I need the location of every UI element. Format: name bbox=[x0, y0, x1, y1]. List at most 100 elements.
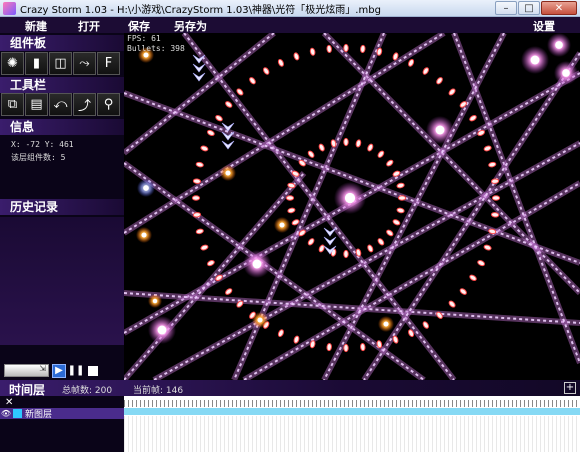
glow-orb-core bbox=[530, 55, 540, 65]
menu-open[interactable]: 打开 bbox=[78, 18, 100, 34]
toolbar-header: 工具栏 bbox=[0, 77, 124, 93]
glow-orb-core bbox=[435, 125, 445, 135]
maximize-button[interactable]: □ bbox=[518, 1, 540, 15]
ring-bullet bbox=[293, 335, 300, 344]
ring-bullet bbox=[396, 207, 405, 214]
ring-bullet bbox=[397, 195, 407, 201]
ring-bullet bbox=[326, 44, 332, 54]
layer-row[interactable]: 👁 新图层 bbox=[0, 408, 124, 420]
minimize-button[interactable]: – bbox=[495, 1, 517, 15]
ring-bullet bbox=[285, 195, 295, 201]
ring-bullet bbox=[307, 150, 315, 158]
layer-list: ✕ 👁 新图层 bbox=[0, 396, 124, 452]
total-frames: 总帧数: 200 bbox=[62, 386, 113, 396]
glow-orb-core bbox=[252, 259, 262, 269]
menu-save[interactable]: 保存 bbox=[128, 18, 150, 34]
force-field-icon[interactable]: F bbox=[97, 52, 120, 75]
ring-bullet bbox=[490, 212, 500, 218]
laser-beam-core bbox=[124, 33, 445, 234]
arrow-bullet bbox=[192, 72, 206, 82]
ring-bullet bbox=[360, 342, 366, 352]
ring-bullet bbox=[191, 195, 201, 201]
undo-icon[interactable]: ⤺ bbox=[49, 93, 72, 116]
ring-bullet bbox=[236, 88, 244, 96]
ring-bullet bbox=[307, 238, 315, 246]
preview-canvas[interactable]: FPS: 61 Bullets: 398 bbox=[124, 33, 580, 380]
eye-icon[interactable]: 👁 bbox=[0, 409, 12, 418]
bullet-scene bbox=[124, 33, 580, 380]
ring-bullet bbox=[355, 139, 362, 148]
frame-ruler[interactable] bbox=[124, 400, 580, 407]
ring-bullet bbox=[318, 143, 325, 152]
play-button[interactable]: ▶ bbox=[52, 363, 66, 378]
ring-bullet bbox=[192, 212, 202, 218]
ring-bullet bbox=[477, 260, 486, 267]
delete-layer-button[interactable]: ✕ bbox=[5, 397, 13, 408]
arrow-bullet bbox=[192, 63, 206, 73]
ring-bullet bbox=[469, 274, 477, 281]
timeline-header: 时间层 总帧数: 200 当前帧: 146 + bbox=[0, 380, 580, 397]
ring-bullet bbox=[343, 43, 349, 53]
stop-icon bbox=[88, 365, 98, 376]
info-header: 信息 bbox=[0, 119, 124, 135]
zoom-icon[interactable]: ⚲ bbox=[97, 93, 120, 116]
fps-readout: FPS: 61 bbox=[127, 34, 161, 43]
ring-bullet bbox=[396, 182, 405, 189]
ring-bullet bbox=[343, 137, 349, 147]
glow-orb-core bbox=[344, 192, 356, 204]
ring-bullet bbox=[367, 244, 374, 253]
menu-settings[interactable]: 设置 bbox=[533, 18, 555, 34]
ring-bullet bbox=[215, 115, 223, 122]
ring-bullet bbox=[490, 178, 500, 184]
redo-icon[interactable]: ⤴ bbox=[73, 93, 96, 116]
components-toolbar: ✺ ▮ ◫ ⤳ F bbox=[0, 52, 124, 76]
pause-button[interactable]: ❚❚ bbox=[68, 364, 85, 378]
glow-orb-core bbox=[141, 232, 147, 238]
add-layer-button[interactable]: + bbox=[564, 382, 576, 394]
glow-orb-core bbox=[279, 222, 285, 228]
ring-bullet bbox=[309, 47, 316, 56]
close-button[interactable]: ✕ bbox=[541, 1, 577, 15]
speed-icon: ⇲ bbox=[39, 364, 46, 373]
history-list[interactable] bbox=[0, 217, 124, 345]
copy-icon[interactable]: ⧉ bbox=[1, 93, 24, 116]
ring-bullet bbox=[195, 228, 204, 235]
paste-icon[interactable]: ▤ bbox=[25, 93, 48, 116]
glow-orb-core bbox=[143, 185, 149, 191]
ring-bullet bbox=[491, 195, 501, 201]
layer-component-count: 该层组件数: 5 bbox=[11, 153, 66, 162]
ring-bullet bbox=[343, 343, 349, 353]
mask-icon[interactable]: ◫ bbox=[49, 52, 72, 75]
ring-bullet bbox=[225, 101, 233, 108]
emitter-icon[interactable]: ✺ bbox=[1, 52, 24, 75]
layer-name: 新图层 bbox=[25, 410, 53, 420]
ring-bullet bbox=[326, 342, 332, 352]
laser-icon[interactable]: ▮ bbox=[25, 52, 48, 75]
components-header: 组件板 bbox=[0, 35, 124, 51]
ring-bullet bbox=[277, 58, 284, 67]
bullet-count: Bullets: 398 bbox=[127, 44, 185, 53]
current-frame: 当前帧: 146 bbox=[133, 386, 184, 396]
ring-bullet bbox=[377, 150, 385, 158]
arrow-bullet bbox=[323, 236, 337, 246]
ring-bullet bbox=[277, 329, 284, 338]
menu-save-as[interactable]: 另存为 bbox=[174, 18, 207, 34]
glow-orb-core bbox=[225, 170, 231, 176]
ring-bullet bbox=[287, 207, 296, 214]
layer-frame-span[interactable] bbox=[124, 408, 580, 415]
ring-bullet bbox=[448, 88, 456, 96]
left-panel: 组件板 ✺ ▮ ◫ ⤳ F 工具栏 ⧉ ▤ ⤺ ⤴ ⚲ 信息 X: -72 Y:… bbox=[0, 33, 124, 380]
rebound-icon[interactable]: ⤳ bbox=[73, 52, 96, 75]
ring-bullet bbox=[206, 260, 215, 267]
stop-button[interactable] bbox=[86, 364, 100, 378]
tools-toolbar: ⧉ ▤ ⤺ ⤴ ⚲ bbox=[0, 93, 124, 117]
frame-track[interactable] bbox=[124, 396, 580, 452]
glow-orb-core bbox=[555, 41, 563, 49]
arrow-bullet bbox=[221, 140, 235, 150]
glow-orb-core bbox=[157, 325, 167, 335]
window-title: Crazy Storm 1.03 - H:\小游戏\CrazyStorm 1.0… bbox=[20, 4, 381, 16]
menu-new[interactable]: 新建 bbox=[25, 18, 47, 34]
ring-bullet bbox=[386, 159, 394, 167]
playback-controls: ⇲ ▶ ❚❚ bbox=[0, 362, 124, 379]
speed-slider[interactable]: ⇲ bbox=[4, 364, 49, 377]
